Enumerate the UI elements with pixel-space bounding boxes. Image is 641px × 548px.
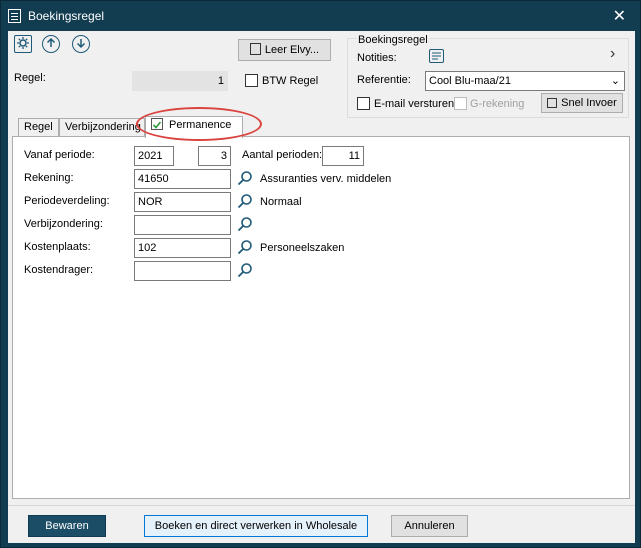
kostenplaats-field[interactable]: 102: [134, 238, 231, 258]
periodeverdeling-description: Normaal: [260, 196, 302, 208]
verbijzondering-field[interactable]: [134, 215, 231, 235]
window-title: Boekingsregel: [28, 9, 105, 23]
annuleren-button[interactable]: Annuleren: [391, 515, 468, 537]
tab-permanence[interactable]: Permanence: [145, 116, 243, 138]
list-icon: [249, 43, 261, 56]
snel-invoer-label: Snel Invoer: [561, 97, 617, 109]
notes-icon[interactable]: [429, 49, 444, 63]
kostenplaats-description: Personeelszaken: [260, 242, 345, 254]
regel-label: Regel:: [14, 72, 46, 84]
kostendrager-label: Kostendrager:: [24, 264, 94, 276]
regel-value: 1: [132, 71, 228, 91]
referentie-combobox[interactable]: Cool Blu-maa/21 ⌄: [425, 71, 625, 91]
search-icon[interactable]: [237, 239, 253, 255]
app-icon: [8, 9, 21, 23]
kostendrager-field[interactable]: [134, 261, 231, 281]
grid-icon: [547, 98, 558, 109]
chevron-down-icon[interactable]: ⌄: [611, 72, 620, 90]
arrow-up-icon[interactable]: [42, 35, 60, 53]
snel-invoer-button[interactable]: Snel Invoer: [541, 93, 623, 113]
permanence-panel: Vanaf periode: 2021 3 Aantal perioden: 1…: [12, 136, 630, 499]
tab-verbijzondering-label: Verbijzondering: [65, 121, 141, 133]
tab-strip: Regel Verbijzondering Permanence: [12, 116, 630, 138]
btw-regel-label: BTW Regel: [262, 75, 319, 87]
aantal-perioden-field[interactable]: 11: [322, 146, 364, 166]
email-versturen-checkbox[interactable]: [357, 97, 370, 110]
leer-elvy-label: Leer Elvy...: [264, 44, 320, 56]
aantal-perioden-label: Aantal perioden:: [242, 149, 323, 161]
g-rekening-checkbox[interactable]: [454, 97, 467, 110]
search-icon[interactable]: [237, 216, 253, 232]
group-title: Boekingsregel: [357, 34, 429, 46]
settings-icon[interactable]: [14, 35, 32, 53]
search-icon[interactable]: [237, 262, 253, 278]
vanaf-period-field[interactable]: 3: [198, 146, 231, 166]
check-icon: [151, 118, 163, 131]
referentie-label: Referentie:: [357, 74, 411, 86]
chevron-right-icon[interactable]: ›: [610, 45, 615, 63]
rekening-label: Rekening:: [24, 172, 74, 184]
email-versturen-label: E-mail versturen: [374, 98, 455, 110]
search-icon[interactable]: [237, 193, 253, 209]
periodeverdeling-label: Periodeverdeling:: [24, 195, 110, 207]
vanaf-periode-label: Vanaf periode:: [24, 149, 95, 161]
bewaren-button[interactable]: Bewaren: [28, 515, 106, 537]
search-icon[interactable]: [237, 170, 253, 186]
vanaf-year-field[interactable]: 2021: [134, 146, 174, 166]
title-bar: Boekingsregel ✕: [1, 1, 640, 31]
dialog-body: Leer Elvy... Regel: 1 BTW Regel Boekings…: [8, 31, 635, 505]
notities-label: Notities:: [357, 52, 397, 64]
leer-elvy-button[interactable]: Leer Elvy...: [238, 39, 331, 61]
periodeverdeling-field[interactable]: NOR: [134, 192, 231, 212]
tab-regel-label: Regel: [24, 121, 53, 133]
referentie-value: Cool Blu-maa/21: [429, 75, 511, 87]
btw-regel-checkbox[interactable]: [245, 74, 258, 87]
g-rekening-label: G-rekening: [470, 98, 525, 110]
rekening-description: Assuranties verv. middelen: [260, 173, 392, 185]
tab-verbijzondering[interactable]: Verbijzondering: [59, 118, 145, 137]
tab-regel[interactable]: Regel: [18, 118, 59, 137]
close-icon[interactable]: ✕: [613, 6, 626, 26]
arrow-down-icon[interactable]: [72, 35, 90, 53]
rekening-field[interactable]: 41650: [134, 169, 231, 189]
tab-permanence-label: Permanence: [169, 119, 232, 131]
boekingsregel-group: Boekingsregel Notities: › Referentie: Co…: [347, 34, 629, 118]
verbijzondering-label: Verbijzondering:: [24, 218, 103, 230]
dialog-window: Boekingsregel ✕ Leer Elvy... Regel: 1 BT…: [0, 0, 641, 548]
boeken-verwerken-button[interactable]: Boeken en direct verwerken in Wholesale: [144, 515, 368, 537]
dialog-footer: Bewaren Boeken en direct verwerken in Wh…: [8, 505, 635, 543]
kostenplaats-label: Kostenplaats:: [24, 241, 91, 253]
